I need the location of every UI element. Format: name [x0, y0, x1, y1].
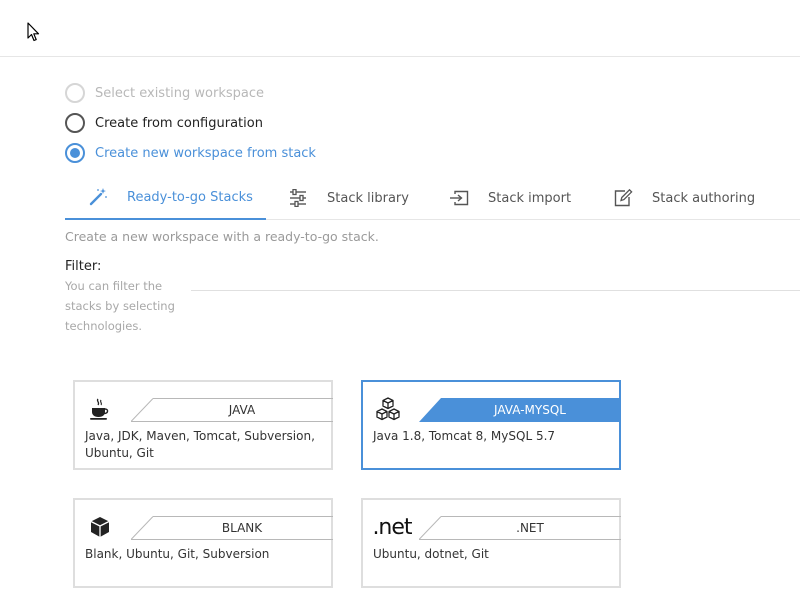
- sliders-icon: [287, 187, 309, 209]
- stack-description: Blank, Ubuntu, Git, Subversion: [85, 547, 270, 561]
- radio-label: Select existing workspace: [95, 85, 265, 101]
- import-icon: [448, 187, 470, 209]
- stack-description: Java, JDK, Maven, Tomcat, Subversion, Ub…: [85, 429, 315, 460]
- stack-card-dotnet[interactable]: .net .NET Ubuntu, dotnet, Git: [361, 498, 621, 588]
- cube-icon: [85, 514, 115, 540]
- tab-stack-authoring[interactable]: Stack authoring: [612, 176, 755, 220]
- stack-title-band: BLANK: [131, 516, 333, 540]
- java-cup-icon: [85, 396, 115, 422]
- filter-help-text: You can filter the stacks by selecting t…: [65, 279, 175, 333]
- radio-create-from-stack[interactable]: Create new workspace from stack: [65, 143, 316, 163]
- tab-label: Ready-to-go Stacks: [127, 189, 253, 205]
- stack-description: Ubuntu, dotnet, Git: [373, 547, 489, 561]
- stack-title: BLANK: [221, 521, 263, 535]
- radio-select-existing[interactable]: Select existing workspace: [65, 83, 264, 103]
- tab-label: Stack import: [488, 190, 572, 206]
- mouse-cursor-icon: [27, 22, 40, 42]
- filter-label: Filter:: [65, 259, 102, 274]
- stack-title: .NET: [516, 521, 544, 535]
- edit-icon: [612, 187, 634, 209]
- dotnet-icon: .net: [369, 514, 415, 540]
- radio-button[interactable]: [65, 83, 85, 103]
- filter-input[interactable]: [191, 290, 800, 291]
- tab-description: Create a new workspace with a ready-to-g…: [65, 229, 379, 244]
- tab-stack-library[interactable]: Stack library: [287, 176, 409, 220]
- radio-create-from-config[interactable]: Create from configuration: [65, 113, 263, 133]
- radio-button[interactable]: [65, 113, 85, 133]
- tab-stack-import[interactable]: Stack import: [448, 176, 571, 220]
- stack-card-java[interactable]: JAVA Java, JDK, Maven, Tomcat, Subversio…: [73, 380, 333, 470]
- tab-label: Stack library: [327, 190, 409, 206]
- radio-label: Create from configuration: [95, 115, 263, 131]
- stack-description: Java 1.8, Tomcat 8, MySQL 5.7: [373, 429, 556, 443]
- stack-card-java-mysql[interactable]: JAVA-MYSQL Java 1.8, Tomcat 8, MySQL 5.7: [361, 380, 621, 470]
- tab-ready-to-go-stacks[interactable]: Ready-to-go Stacks: [65, 176, 266, 220]
- dotnet-logo-text: .net: [372, 514, 412, 540]
- cubes-icon: [373, 396, 403, 422]
- stack-title-band: JAVA-MYSQL: [419, 398, 621, 422]
- stack-title-band: JAVA: [131, 398, 333, 422]
- radio-button[interactable]: [65, 143, 85, 163]
- header-divider: [0, 56, 800, 57]
- radio-label: Create new workspace from stack: [95, 145, 316, 161]
- stack-title: JAVA: [228, 403, 256, 417]
- stack-title: JAVA-MYSQL: [494, 403, 566, 417]
- stack-card-blank[interactable]: BLANK Blank, Ubuntu, Git, Subversion: [73, 498, 333, 588]
- stack-tabs: Ready-to-go Stacks Stack library Stack i…: [65, 176, 800, 220]
- magic-wand-icon: [87, 186, 109, 208]
- stack-title-band: .NET: [419, 516, 621, 540]
- tab-label: Stack authoring: [652, 190, 756, 206]
